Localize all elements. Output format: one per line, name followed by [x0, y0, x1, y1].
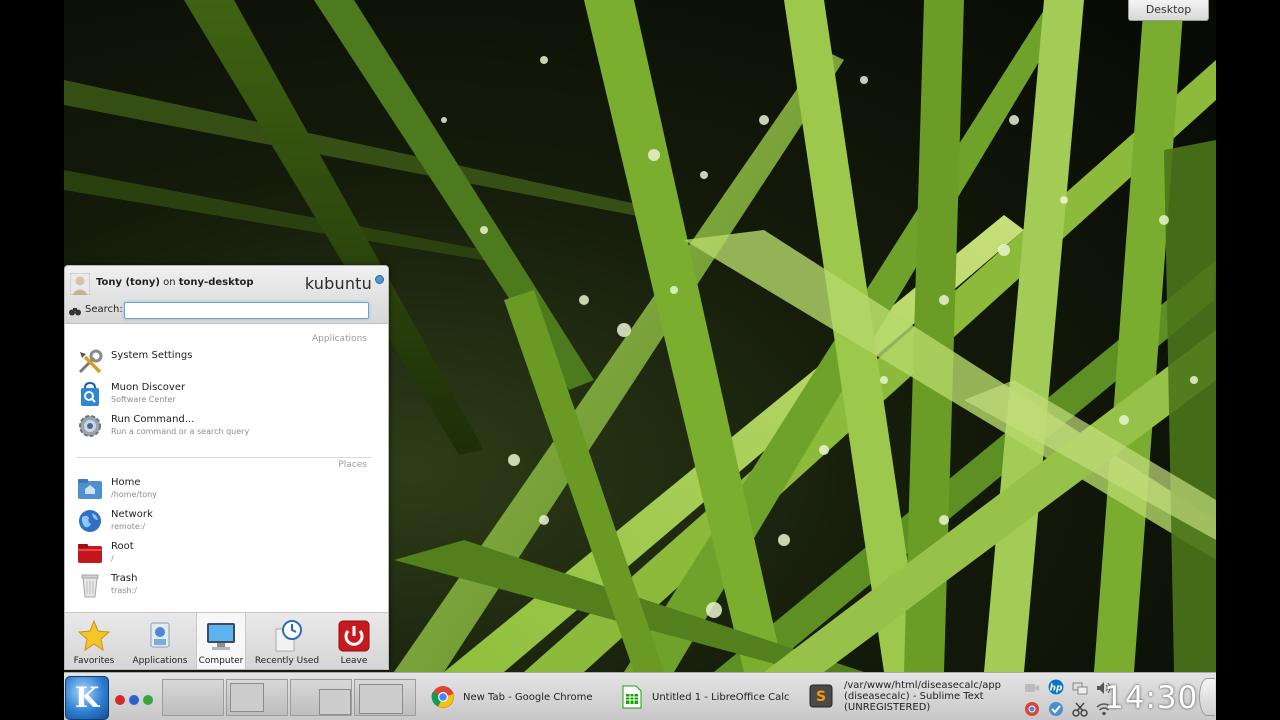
task-label-line: (UNREGISTERED): [844, 702, 931, 713]
task-label: New Tab - Google Chrome: [463, 692, 593, 703]
task-sublime-text[interactable]: S /var/www/html/diseasecalc/app (disease…: [809, 680, 1001, 714]
binoculars-icon: [69, 308, 81, 316]
section-divider: [77, 457, 371, 458]
app-subtitle: Run a command or a search query: [111, 427, 250, 436]
user-info: Tony (tony) on tony-desktop: [96, 277, 254, 288]
place-entry-root[interactable]: Root /: [77, 539, 377, 569]
task-label: /var/www/html/diseasecalc/app (diseaseca…: [844, 680, 1001, 713]
home-folder-icon: [78, 479, 102, 499]
search-label: Search:: [85, 304, 123, 315]
power-icon: [338, 620, 370, 652]
place-entry-network[interactable]: Network remote:/: [77, 507, 377, 537]
task-label-line: /var/www/html/diseasecalc/app: [844, 680, 1002, 691]
tab-label: Recently Used: [254, 656, 320, 666]
kde-application-launcher-button[interactable]: K: [65, 676, 109, 720]
updates-icon[interactable]: [1048, 701, 1064, 717]
tab-label: Favorites: [73, 656, 115, 666]
red-folder-icon: [78, 544, 102, 563]
host-name: tony-desktop: [178, 277, 254, 288]
svg-text:S: S: [816, 689, 826, 705]
place-title: Trash: [111, 573, 138, 584]
place-subtitle: trash:/: [111, 586, 137, 595]
tab-label: Applications: [132, 656, 188, 666]
desktop-toolbox-button[interactable]: Desktop: [1128, 0, 1209, 21]
sublime-icon: S: [809, 684, 833, 708]
app-title: System Settings: [111, 350, 193, 361]
launcher-header: Tony (tony) on tony-desktop kubuntu Sear…: [65, 266, 388, 324]
tab-leave[interactable]: Leave: [329, 613, 379, 669]
place-subtitle: /home/tony: [111, 490, 157, 499]
chrome-tray-icon[interactable]: [1024, 701, 1040, 717]
calc-icon: [622, 685, 642, 709]
place-title: Network: [111, 509, 153, 520]
applications-icon: [150, 622, 170, 648]
kde-logo-icon: K: [74, 681, 100, 714]
app-entry-muon-discover[interactable]: Muon Discover Software Center: [77, 380, 377, 410]
activities-icon[interactable]: [114, 694, 158, 706]
tab-recently-used[interactable]: Recently Used: [251, 613, 323, 669]
task-label: Untitled 1 - LibreOffice Calc: [652, 692, 790, 703]
place-title: Root: [111, 541, 134, 552]
app-title: Muon Discover: [111, 382, 186, 393]
monitor-icon: [207, 623, 235, 650]
place-subtitle: remote:/: [111, 522, 146, 531]
place-entry-trash[interactable]: Trash trash:/: [77, 571, 377, 601]
hp-printer-icon[interactable]: hp: [1048, 679, 1064, 695]
network-icon[interactable]: [1072, 680, 1088, 696]
task-libreoffice-calc[interactable]: Untitled 1 - LibreOffice Calc: [620, 681, 810, 715]
globe-icon: [79, 510, 101, 532]
pager-window: [230, 683, 264, 712]
user-avatar-icon: [70, 273, 90, 295]
places-section-label: Places: [338, 460, 367, 470]
app-title: Run Command...: [111, 414, 195, 425]
place-subtitle: /: [111, 554, 114, 563]
applications-section-label: Applications: [312, 334, 367, 344]
tab-favorites[interactable]: Favorites: [67, 613, 121, 669]
pager-desktop-2[interactable]: [226, 679, 288, 716]
clipboard-scissors-icon[interactable]: [1072, 701, 1088, 717]
pager-window: [319, 689, 351, 715]
app-entry-run-command[interactable]: Run Command... Run a command or a search…: [77, 412, 377, 442]
digital-clock[interactable]: 14:30: [1104, 680, 1198, 716]
launcher-tab-bar: Favorites Applications Computer Recently…: [65, 612, 388, 669]
shopping-bag-icon: [81, 381, 99, 406]
pager-desktop-3[interactable]: [290, 679, 352, 716]
task-chrome[interactable]: New Tab - Google Chrome: [431, 681, 611, 715]
clock-document-icon: [275, 620, 302, 652]
pager-desktop-1[interactable]: [162, 679, 224, 716]
tab-label: Leave: [340, 656, 368, 666]
chrome-icon: [431, 686, 454, 708]
trash-icon: [81, 574, 99, 598]
svg-text:hp: hp: [1050, 684, 1063, 694]
tab-computer[interactable]: Computer: [196, 613, 246, 669]
application-launcher-menu: Tony (tony) on tony-desktop kubuntu Sear…: [64, 265, 389, 670]
tab-label: Computer: [198, 656, 244, 666]
place-title: Home: [111, 477, 141, 488]
screen: Desktop Tony (tony) on tony-desktop kubu…: [0, 0, 1280, 720]
app-entry-system-settings[interactable]: System Settings: [77, 348, 377, 378]
task-label-line: (diseasecalc) - Sublime Text: [844, 691, 984, 702]
kubuntu-logo: kubuntu: [304, 274, 372, 293]
tab-applications[interactable]: Applications: [125, 613, 195, 669]
pager-desktop-4[interactable]: [354, 679, 416, 716]
panel-toolbox-button[interactable]: [1199, 678, 1215, 716]
app-subtitle: Software Center: [111, 395, 176, 404]
pager-window: [359, 684, 403, 714]
search-input[interactable]: [124, 302, 369, 319]
star-icon: [77, 619, 111, 652]
user-on: on: [163, 277, 176, 288]
place-entry-home[interactable]: Home /home/tony: [77, 475, 377, 505]
taskbar-panel: K New Tab - Google Chrome Untitled 1 - L…: [64, 672, 1216, 720]
gear-icon: [79, 415, 101, 437]
tools-icon: [78, 349, 103, 374]
camera-icon[interactable]: [1024, 680, 1040, 696]
kubuntu-logo-icon: [375, 275, 384, 284]
user-name: Tony (tony): [96, 277, 160, 288]
